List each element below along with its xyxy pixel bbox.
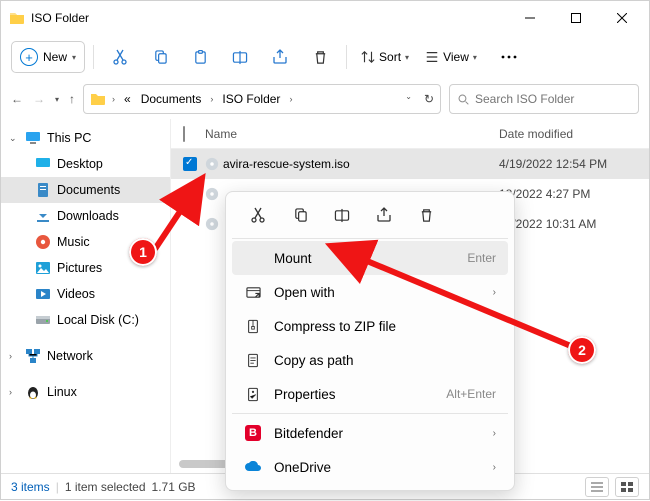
cut-button[interactable]	[102, 41, 138, 73]
titlebar: ISO Folder	[1, 1, 649, 35]
breadcrumb[interactable]: › « Documents › ISO Folder › ⌄ ↻	[83, 84, 441, 114]
row-checkbox[interactable]	[183, 157, 197, 171]
status-selected: 1 item selected	[65, 480, 146, 494]
list-icon	[425, 50, 439, 64]
iso-icon	[205, 157, 223, 171]
select-all-checkbox[interactable]	[183, 126, 185, 142]
column-date[interactable]: Date modified	[499, 127, 649, 141]
copy-path-icon	[244, 353, 262, 368]
search-input[interactable]	[475, 92, 630, 106]
iso-icon	[205, 217, 223, 231]
sidebar-desktop[interactable]: Desktop	[1, 151, 170, 177]
back-button[interactable]: ←	[11, 92, 23, 106]
ctx-open-with[interactable]: Open with ›	[232, 275, 508, 309]
ctx-properties[interactable]: Properties Alt+Enter	[232, 377, 508, 411]
chevron-down-icon: ▾	[72, 53, 76, 62]
paste-button[interactable]	[182, 41, 218, 73]
window-title: ISO Folder	[31, 11, 507, 25]
sidebar: ⌄ This PC Desktop Documents Downloads Mu…	[1, 119, 171, 473]
zip-icon	[244, 319, 262, 334]
chevron-down-icon[interactable]: ⌄	[9, 133, 19, 144]
sidebar-documents[interactable]: Documents	[1, 177, 170, 203]
share-button[interactable]	[262, 41, 298, 73]
properties-icon	[244, 387, 262, 402]
more-button[interactable]	[491, 41, 527, 73]
open-with-icon	[244, 285, 262, 300]
monitor-icon	[25, 130, 41, 146]
history-dropdown[interactable]: ▾	[55, 95, 59, 104]
plus-icon: +	[20, 48, 38, 66]
chevron-right-icon[interactable]: ›	[9, 387, 19, 397]
onedrive-icon	[244, 461, 262, 473]
status-size: 1.71 GB	[152, 480, 196, 494]
details-layout-button[interactable]	[585, 477, 609, 497]
new-button[interactable]: + New ▾	[11, 41, 85, 73]
file-explorer-window: ISO Folder + New ▾ Sort ▾ View ▾	[0, 0, 650, 500]
downloads-icon	[35, 208, 51, 224]
chevron-right-icon: ›	[493, 462, 496, 473]
minimize-button[interactable]	[507, 3, 553, 33]
view-button[interactable]: View ▾	[419, 41, 483, 73]
breadcrumb-documents[interactable]: Documents	[138, 92, 205, 106]
breadcrumb-folder[interactable]: ISO Folder	[219, 92, 283, 106]
ctx-copy-button[interactable]	[280, 200, 320, 230]
chevron-right-icon[interactable]: ›	[9, 351, 19, 361]
search-box[interactable]	[449, 84, 639, 114]
column-name[interactable]: Name	[205, 127, 499, 141]
context-toolbar	[232, 198, 508, 236]
maximize-button[interactable]	[553, 3, 599, 33]
refresh-button[interactable]: ↻	[424, 92, 434, 106]
sidebar-local-disk[interactable]: Local Disk (C:)	[1, 307, 170, 333]
sort-icon	[361, 50, 375, 64]
search-icon	[458, 93, 469, 106]
close-button[interactable]	[599, 3, 645, 33]
music-icon	[35, 234, 51, 250]
sidebar-videos[interactable]: Videos	[1, 281, 170, 307]
sidebar-linux[interactable]: ›Linux	[1, 379, 170, 405]
sidebar-downloads[interactable]: Downloads	[1, 203, 170, 229]
ctx-mount[interactable]: Mount Enter	[232, 241, 508, 275]
status-item-count: 3 items	[11, 480, 50, 494]
pictures-icon	[35, 260, 51, 276]
ctx-compress[interactable]: Compress to ZIP file	[232, 309, 508, 343]
ctx-rename-button[interactable]	[322, 200, 362, 230]
ctx-onedrive[interactable]: OneDrive ›	[232, 450, 508, 484]
column-headers: Name Date modified	[171, 119, 649, 149]
chevron-down-icon[interactable]: ⌄	[405, 92, 412, 106]
sidebar-pictures[interactable]: Pictures	[1, 255, 170, 281]
ctx-bitdefender[interactable]: B Bitdefender ›	[232, 416, 508, 450]
toolbar: + New ▾ Sort ▾ View ▾	[1, 35, 649, 79]
linux-icon	[25, 384, 41, 400]
ctx-copy-path[interactable]: Copy as path	[232, 343, 508, 377]
documents-icon	[35, 182, 51, 198]
videos-icon	[35, 286, 51, 302]
address-bar-row: ← → ▾ ↑ › « Documents › ISO Folder › ⌄ ↻	[1, 79, 649, 119]
ctx-delete-button[interactable]	[406, 200, 446, 230]
sidebar-this-pc[interactable]: ⌄ This PC	[1, 125, 170, 151]
rename-button[interactable]	[222, 41, 258, 73]
up-button[interactable]: ↑	[69, 92, 75, 106]
icons-layout-button[interactable]	[615, 477, 639, 497]
desktop-icon	[35, 156, 51, 172]
sidebar-music[interactable]: Music	[1, 229, 170, 255]
chevron-right-icon: ›	[493, 428, 496, 439]
breadcrumb-ellipsis[interactable]: «	[121, 92, 134, 106]
context-menu: Mount Enter Open with › Compress to ZIP …	[225, 191, 515, 491]
sidebar-network[interactable]: ›Network	[1, 343, 170, 369]
iso-icon	[205, 187, 223, 201]
bitdefender-icon: B	[244, 425, 262, 441]
folder-icon	[9, 10, 25, 26]
folder-icon	[90, 91, 106, 107]
chevron-right-icon: ›	[493, 287, 496, 298]
forward-button[interactable]: →	[33, 92, 45, 106]
ctx-share-button[interactable]	[364, 200, 404, 230]
delete-button[interactable]	[302, 41, 338, 73]
sort-button[interactable]: Sort ▾	[355, 41, 415, 73]
drive-icon	[35, 312, 51, 328]
network-icon	[25, 348, 41, 364]
file-row[interactable]: avira-rescue-system.iso 4/19/2022 12:54 …	[171, 149, 649, 179]
ctx-cut-button[interactable]	[238, 200, 278, 230]
copy-button[interactable]	[142, 41, 178, 73]
